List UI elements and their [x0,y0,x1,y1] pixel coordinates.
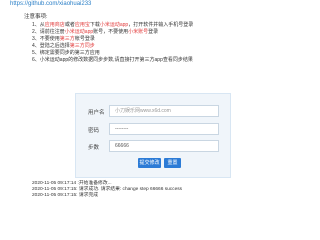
note-item: 4、登陆之后选择第三方同步 [32,43,286,50]
log-output: 2020-11-05 09:17:14 :开始准备修改... 2020-11-05… [32,181,182,200]
password-row: 密码 [76,123,232,137]
note-highlight: 应用商店 [44,22,65,28]
password-input[interactable] [109,123,219,135]
submit-button[interactable]: 提交修改 [138,158,161,168]
note-number: 2、 [32,29,40,35]
note-text: 或者 [64,22,75,28]
note-highlight: 第三方 [59,36,75,42]
steps-label: 步数 [88,145,100,151]
note-highlight: 应用宝 [74,22,90,28]
username-input[interactable] [109,105,219,117]
note-text: 帐号登录 [74,36,95,42]
note-number: 4、 [32,43,40,49]
note-item: 2、请前往注册小米运动app账号，不要使用小米账号登录 [32,29,286,36]
reset-button[interactable]: 重置 [164,158,181,168]
notes-panel: 注意事项: 1、从应用商店或者应用宝下载小米运动app，打开软件并输入手机号登录… [24,14,286,64]
note-number: 3、 [32,36,40,42]
note-text: 小米运动app的修改数据同步步数,请直接打开第三方app查看同步结果 [39,57,193,63]
note-text: 不要使用 [39,36,60,42]
note-number: 1、 [32,22,40,28]
notes-title: 注意事项: [24,14,48,20]
note-highlight: 小米运动app [64,29,94,35]
username-label: 用户名 [88,110,105,116]
log-line: 2020-11-05 09:17:15: 请求完成 [32,193,99,199]
note-text: 绑定需要同步的第三方应用 [39,50,100,56]
github-link[interactable]: https://github.com/xiaohuai233 [10,1,91,7]
note-number: 6、 [32,57,40,63]
note-item: 5、绑定需要同步的第三方应用 [32,50,286,57]
password-label: 密码 [88,128,100,134]
note-text: 登录 [148,29,159,35]
note-item: 1、从应用商店或者应用宝下载小米运动app，打开软件并输入手机号登录 [32,22,286,29]
note-text: 请前往注册 [39,29,65,35]
steps-input[interactable] [109,140,219,152]
steps-row: 步数 [76,140,232,154]
username-row: 用户名 [76,105,232,119]
note-item: 3、不要使用第三方帐号登录 [32,36,286,43]
note-text: 账号，不要使用 [93,29,129,35]
notes-list: 1、从应用商店或者应用宝下载小米运动app，打开软件并输入手机号登录 2、请前往注… [24,22,286,64]
note-number: 5、 [32,50,40,56]
note-text: ，打开软件并输入手机号登录 [128,22,194,28]
note-item: 6、小米运动app的修改数据同步步数,请直接打开第三方app查看同步结果 [32,57,286,64]
note-highlight: 第三方同步 [69,43,95,49]
note-text: 下载 [89,22,100,28]
note-text: 登陆之后选择 [39,43,70,49]
note-highlight: 小米运动app [99,22,129,28]
step-form: 用户名 密码 步数 提交修改 重置 [75,93,231,178]
note-highlight: 小米账号 [128,29,149,35]
